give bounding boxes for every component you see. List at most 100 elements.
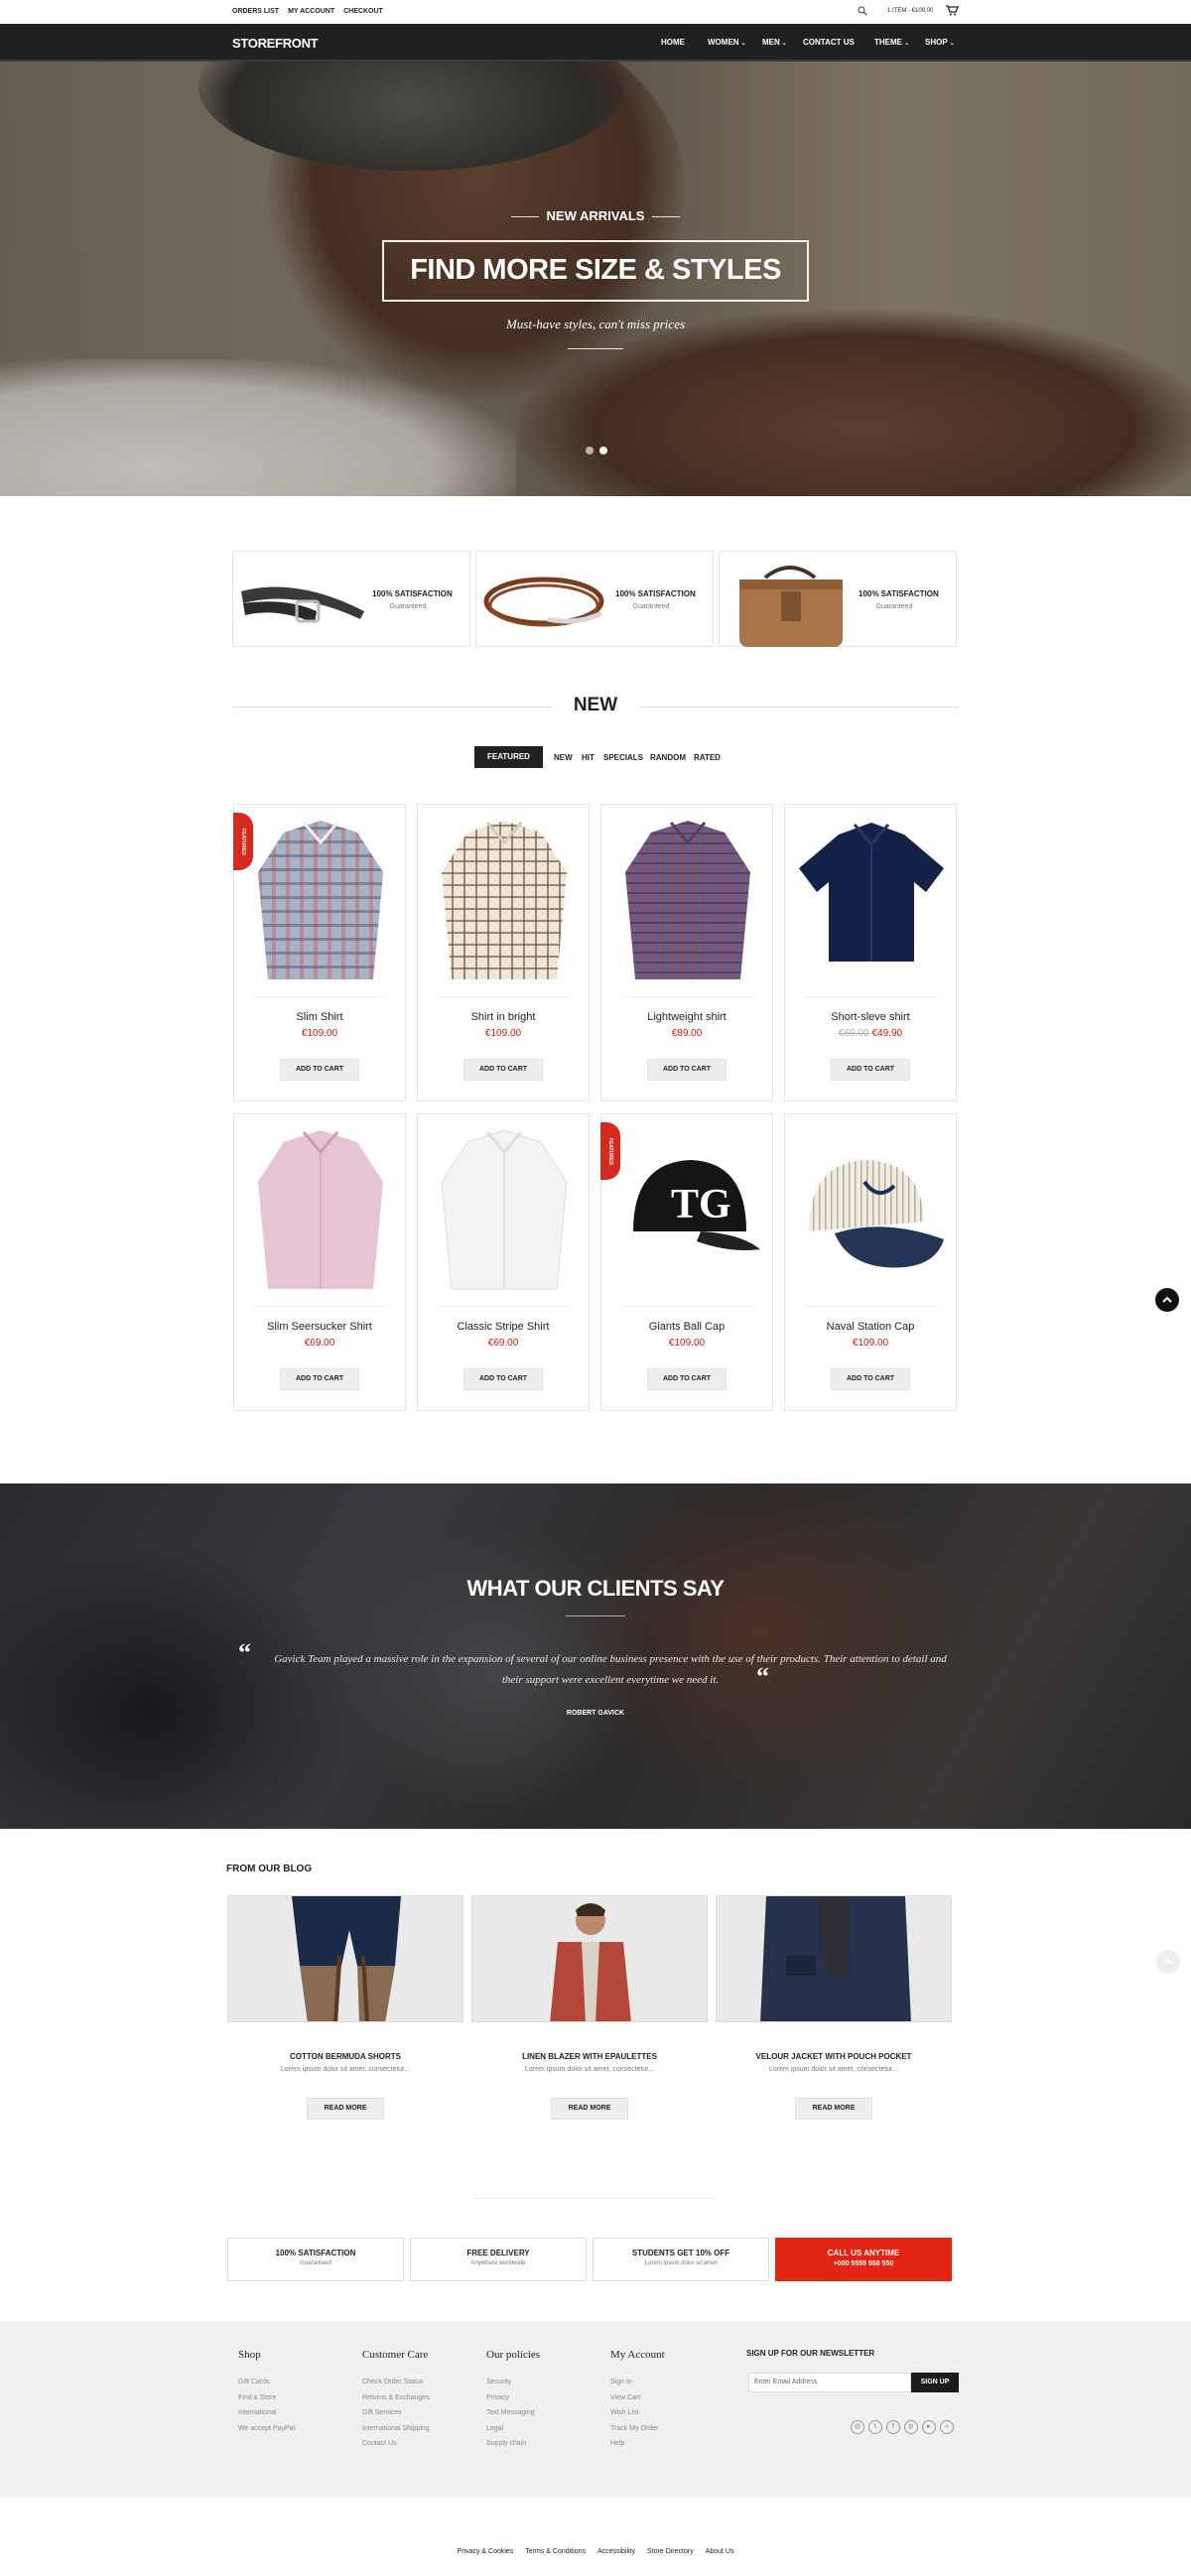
search-icon[interactable] xyxy=(858,6,867,16)
product-name[interactable]: Slim Shirt xyxy=(234,1011,405,1023)
carousel-next-button[interactable] xyxy=(1156,1950,1180,1974)
nav-home[interactable]: HOME xyxy=(661,38,685,47)
privacy-cookies-link[interactable]: Privacy & Cookies xyxy=(458,2548,514,2555)
footer-link[interactable]: Wish List xyxy=(610,2405,665,2421)
footer-link[interactable]: Sign In xyxy=(610,2375,665,2390)
footer-link[interactable]: We accept PayPal xyxy=(238,2421,295,2437)
tab-new[interactable]: NEW xyxy=(554,753,573,762)
store-directory-link[interactable]: Store Directory xyxy=(647,2548,694,2555)
blog-post[interactable]: COTTON BERMUDA SHORTS Lorem ipsum dolor … xyxy=(227,1895,463,2124)
add-to-cart-button[interactable]: ADD TO CART xyxy=(647,1368,727,1390)
tab-featured[interactable]: FEATURED xyxy=(474,746,543,768)
my-account-link[interactable]: MY ACCOUNT xyxy=(288,8,334,15)
product-name[interactable]: Giants Ball Cap xyxy=(601,1321,772,1333)
promo-banner-belt[interactable]: 100% SATISFACTION Guaranteed xyxy=(232,551,470,647)
footer-link[interactable]: International Shipping xyxy=(362,2421,430,2437)
product-card[interactable]: Slim Seersucker Shirt €69.00 ADD TO CART xyxy=(233,1113,406,1411)
footer-link[interactable]: Check Order Status xyxy=(362,2375,430,2390)
promo-banner-bracelet[interactable]: 100% SATISFACTION Guaranteed xyxy=(475,551,714,647)
footer-link[interactable]: Track My Order xyxy=(610,2421,665,2437)
product-card[interactable]: TG FEATURED Giants Ball Cap €109.00 ADD … xyxy=(600,1113,773,1411)
section-rule-right xyxy=(639,707,959,708)
slider-dot-active[interactable] xyxy=(599,447,607,454)
product-card[interactable]: Short-sleve shirt €69.00 €49.90 ADD TO CA… xyxy=(784,804,957,1101)
nav-contact-us[interactable]: CONTACT US xyxy=(803,38,855,47)
footer-link[interactable]: Security xyxy=(486,2375,540,2390)
nav-theme[interactable]: THEME ⌄ xyxy=(874,38,909,47)
tab-rated[interactable]: RATED xyxy=(694,753,721,762)
blog-post[interactable]: VELOUR JACKET WITH POUCH POCKET Lorem ip… xyxy=(716,1895,952,2124)
tab-specials[interactable]: SPECIALS xyxy=(603,753,643,762)
product-card[interactable]: FEATURED Slim Shirt €109.00 ADD TO CART xyxy=(233,804,406,1101)
footer-link[interactable]: Returns & Exchanges xyxy=(362,2390,430,2406)
promo-banner-bag[interactable]: 100% SATISFACTION Guaranteed xyxy=(719,551,957,647)
about-us-link[interactable]: About Us xyxy=(706,2548,734,2555)
footer-link[interactable]: International xyxy=(238,2405,295,2421)
testimonial-quote: Gavick Team played a massive role in the… xyxy=(274,1653,947,1686)
product-card[interactable]: Lightweight shirt €89.00 ADD TO CART xyxy=(600,804,773,1101)
footer-link[interactable]: Gift Cards xyxy=(238,2375,295,2390)
youtube-icon[interactable]: ▸ xyxy=(922,2420,936,2434)
footer-link[interactable]: Legal xyxy=(486,2421,540,2437)
nav-women[interactable]: WOMEN ⌄ xyxy=(708,38,746,47)
blog-post-title[interactable]: VELOUR JACKET WITH POUCH POCKET xyxy=(716,2052,952,2061)
pinterest-icon[interactable]: p xyxy=(904,2420,918,2434)
hero-slider[interactable]: NEW ARRIVALS FIND MORE SIZE & STYLES Mus… xyxy=(0,62,1191,496)
product-name[interactable]: Naval Station Cap xyxy=(785,1321,956,1333)
dribbble-icon[interactable]: ◎ xyxy=(851,2420,864,2434)
nav-women-label: WOMEN xyxy=(708,38,739,47)
footer-link[interactable]: Find a Store xyxy=(238,2390,295,2406)
add-to-cart-button[interactable]: ADD TO CART xyxy=(280,1059,359,1081)
footer-link[interactable]: Help xyxy=(610,2436,665,2452)
footer-link[interactable]: Gift Services xyxy=(362,2405,430,2421)
product-card[interactable]: Shirt in bright €109.00 ADD TO CART xyxy=(417,804,590,1101)
orders-list-link[interactable]: ORDERS LIST xyxy=(232,8,279,15)
read-more-button[interactable]: READ MORE xyxy=(307,2098,384,2120)
top-bar: ORDERS LIST MY ACCOUNT CHECKOUT 1 ITEM -… xyxy=(0,0,1191,24)
product-card[interactable]: Naval Station Cap €109.00 ADD TO CART xyxy=(784,1113,957,1411)
feature-call-us[interactable]: CALL US ANYTIME +000 5555 558 550 xyxy=(775,2238,952,2281)
newsletter-email-input[interactable]: Enter Email Address xyxy=(748,2373,911,2392)
blog-post-title[interactable]: COTTON BERMUDA SHORTS xyxy=(227,2052,463,2061)
rss-icon[interactable]: ≈ xyxy=(940,2420,954,2434)
accessibility-link[interactable]: Accessibility xyxy=(597,2548,635,2555)
product-card[interactable]: Classic Stripe Shirt €69.00 ADD TO CART xyxy=(417,1113,590,1411)
newsletter-signup-button[interactable]: SIGN UP xyxy=(911,2373,959,2392)
footer-link[interactable]: View Cart xyxy=(610,2390,665,2406)
add-to-cart-button[interactable]: ADD TO CART xyxy=(831,1059,910,1081)
add-to-cart-button[interactable]: ADD TO CART xyxy=(463,1368,543,1390)
add-to-cart-button[interactable]: ADD TO CART xyxy=(463,1059,543,1081)
terms-conditions-link[interactable]: Terms & Conditions xyxy=(525,2548,586,2555)
slider-dot[interactable] xyxy=(586,447,594,454)
blog-post-snippet: Lorem ipsum dolor sit amet, consectetur.… xyxy=(769,2066,898,2073)
add-to-cart-button[interactable]: ADD TO CART xyxy=(647,1059,727,1081)
facebook-icon[interactable]: f xyxy=(886,2420,900,2434)
product-name[interactable]: Short-sleve shirt xyxy=(785,1011,956,1023)
twitter-icon[interactable]: t xyxy=(868,2420,882,2434)
feature-phone[interactable]: +000 5555 558 550 xyxy=(776,2260,951,2267)
tab-random[interactable]: RANDOM xyxy=(650,753,686,762)
blog-post[interactable]: LINEN BLAZER WITH EPAULETTES Lorem ipsum… xyxy=(471,1895,708,2124)
product-name[interactable]: Slim Seersucker Shirt xyxy=(234,1321,405,1333)
checkout-link[interactable]: CHECKOUT xyxy=(343,8,383,15)
footer-link[interactable]: Text Messaging xyxy=(486,2405,540,2421)
nav-shop[interactable]: SHOP ⌄ xyxy=(925,38,955,47)
cart-summary[interactable]: 1 ITEM - €109.00 xyxy=(887,8,933,14)
feature-students: STUDENTS GET 10% OFF Lorem ipsum dolor s… xyxy=(593,2238,769,2281)
tab-hit[interactable]: HIT xyxy=(582,753,595,762)
product-name[interactable]: Lightweight shirt xyxy=(601,1011,772,1023)
cart-icon[interactable] xyxy=(945,4,959,16)
read-more-button[interactable]: READ MORE xyxy=(795,2098,872,2120)
footer-heading: Shop xyxy=(238,2349,261,2361)
product-name[interactable]: Shirt in bright xyxy=(418,1011,589,1023)
nav-men[interactable]: MEN ⌄ xyxy=(762,38,787,47)
product-name[interactable]: Classic Stripe Shirt xyxy=(418,1321,589,1333)
add-to-cart-button[interactable]: ADD TO CART xyxy=(831,1368,910,1390)
footer-link[interactable]: Privacy xyxy=(486,2390,540,2406)
footer-link[interactable]: Contact Us xyxy=(362,2436,430,2452)
blog-post-title[interactable]: LINEN BLAZER WITH EPAULETTES xyxy=(471,2052,708,2061)
scroll-to-top-button[interactable] xyxy=(1155,1288,1179,1312)
add-to-cart-button[interactable]: ADD TO CART xyxy=(280,1368,359,1390)
read-more-button[interactable]: READ MORE xyxy=(551,2098,628,2120)
footer-link[interactable]: Supply chain xyxy=(486,2436,540,2452)
